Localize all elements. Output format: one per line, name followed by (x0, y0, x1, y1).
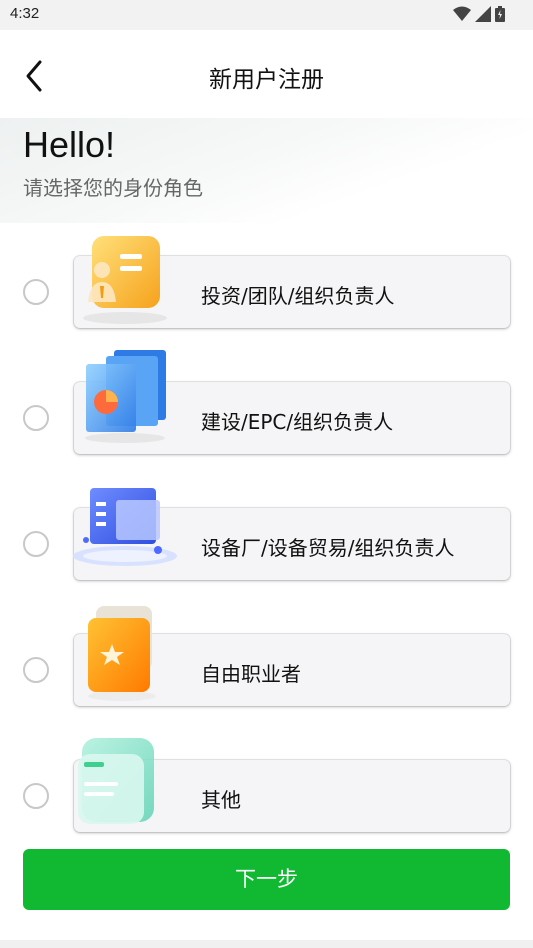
option-label: 建设/EPC/组织负责人 (201, 410, 394, 434)
radio-button[interactable] (23, 657, 49, 683)
role-option-equipment[interactable]: 设备厂/设备贸易/组织负责人 (0, 488, 533, 590)
role-option-freelancer[interactable]: 自由职业者 (0, 606, 533, 716)
signal-icon (475, 6, 491, 22)
radio-button[interactable] (23, 279, 49, 305)
greeting: Hello! (23, 124, 116, 165)
option-label: 自由职业者 (201, 662, 301, 686)
wifi-icon (453, 6, 471, 21)
page-title: 新用户注册 (209, 67, 324, 93)
star-book-icon (88, 606, 156, 701)
next-step-button[interactable]: 下一步 (23, 849, 510, 910)
status-bar: 4:32 (0, 0, 533, 30)
option-label: 投资/团队/组织负责人 (201, 284, 395, 308)
status-time: 4:32 (10, 5, 40, 22)
status-icons (453, 6, 505, 22)
radio-button[interactable] (23, 531, 49, 557)
radio-button[interactable] (23, 405, 49, 431)
radio-button[interactable] (23, 783, 49, 809)
option-label: 设备厂/设备贸易/组织负责人 (201, 536, 455, 560)
id-card-icon (83, 236, 167, 324)
role-option-other[interactable]: 其他 (0, 738, 533, 842)
folder-icon (78, 738, 154, 824)
subtitle: 请选择您的身份角色 (23, 176, 203, 200)
app-header: 新用户注册 (0, 30, 533, 118)
role-option-construction[interactable]: 建设/EPC/组织负责人 (0, 350, 533, 464)
role-option-investor[interactable]: 投资/团队/组织负责人 (0, 236, 533, 338)
battery-icon (495, 6, 505, 22)
chart-board-icon (85, 350, 166, 443)
factory-box-icon (73, 488, 177, 566)
option-label: 其他 (201, 788, 241, 812)
bottom-bar (0, 940, 533, 948)
